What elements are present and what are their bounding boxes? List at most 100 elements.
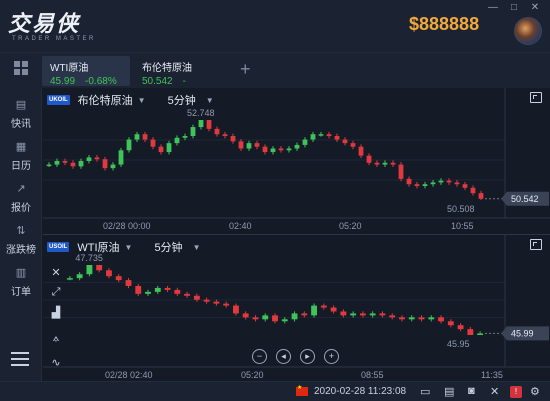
candle-body	[214, 128, 220, 135]
camera-icon[interactable]: ◙	[468, 385, 475, 397]
newspaper-icon: ▤	[15, 99, 27, 111]
tab-wti[interactable]: WTI原油 45.99 -0.68%	[42, 56, 130, 87]
menu-icon[interactable]	[11, 352, 29, 370]
candle-body	[330, 307, 337, 312]
close-button[interactable]: ✕	[528, 2, 542, 13]
sidebar-item-movers[interactable]: ⇅ 涨跌榜	[0, 224, 42, 256]
grid-layout-icon[interactable]	[14, 61, 28, 75]
sidebar-item-calendar[interactable]: ▦ 日历	[0, 140, 42, 172]
chart-tool-icon[interactable]: ▟	[49, 306, 63, 319]
zoom-in-button[interactable]: +	[324, 349, 339, 364]
chart-panel-brent: 52.748 50.508 50.542 02/28 00:00 02:40 05:20 1…	[43, 88, 550, 234]
mute-icon[interactable]: ✕	[490, 385, 499, 398]
wave-icon[interactable]: ∿	[49, 356, 63, 369]
candle-body	[238, 141, 244, 149]
candle-body	[62, 161, 68, 163]
layout-icon[interactable]: ▤	[444, 385, 454, 398]
high-price-label: 52.748	[187, 108, 215, 118]
sidebar-item-orders[interactable]: ▥ 订单	[0, 266, 42, 298]
updown-arrows-icon: ⇅	[16, 225, 26, 237]
sidebar-item-quotes[interactable]: ↗ 报价	[0, 182, 42, 214]
wti-chart[interactable]: 47.73545.9545.9902/28 02:40 05:20 08:55 11:…	[43, 235, 550, 382]
x-tick-label: 10:55	[451, 221, 474, 231]
gear-icon[interactable]: ⚙	[530, 385, 540, 398]
candle-body	[301, 313, 308, 316]
candle-body	[318, 134, 324, 136]
china-flag-icon	[296, 384, 308, 396]
sidebar-item-news[interactable]: ▤ 快讯	[0, 98, 42, 130]
candle-body	[54, 161, 60, 165]
user-avatar[interactable]	[514, 17, 542, 45]
candle-body	[270, 148, 276, 153]
expand-icon[interactable]	[530, 92, 542, 103]
close-icon[interactable]: ✕	[49, 266, 63, 279]
candle-body	[193, 295, 200, 300]
monitor-icon[interactable]: ▭	[420, 385, 430, 398]
candle-body	[414, 184, 420, 186]
candle-body	[142, 134, 148, 140]
candle-body	[457, 325, 464, 330]
candle-body	[389, 315, 396, 318]
candle-body	[206, 120, 212, 129]
candle-body	[340, 311, 347, 316]
x-tick-label: 02/28 00:00	[103, 221, 151, 231]
chevron-down-icon[interactable]: ▼	[125, 243, 133, 252]
candle-body	[406, 178, 412, 185]
candle-body	[190, 127, 196, 136]
x-tick-label: 05:20	[339, 221, 362, 231]
candle-body	[70, 162, 76, 167]
candle-body	[135, 285, 142, 294]
chart-panel-wti: 47.735 45.95 45.99 02/28 02:40 05:20 08:55 11:…	[43, 234, 550, 381]
candle-body	[408, 317, 415, 320]
scroll-left-button[interactable]: ◂	[276, 349, 291, 364]
resize-icon[interactable]: ⤢	[49, 286, 63, 299]
candle-body	[110, 164, 116, 169]
candle-body	[150, 139, 156, 147]
tab-price: 45.99	[50, 76, 76, 87]
brent-chart[interactable]: 52.748 50.508 50.542 02/28 00:00 02:40 05:20 1…	[43, 88, 550, 234]
candle-body	[96, 265, 103, 271]
candle-body	[379, 313, 386, 316]
chevron-down-icon[interactable]: ▼	[138, 96, 146, 105]
candle-body	[262, 315, 269, 320]
left-sidebar: ▤ 快讯 ▦ 日历 ↗ 报价 ⇅ 涨跌榜 ▥ 订单	[0, 88, 42, 401]
chevron-down-icon[interactable]: ▼	[193, 243, 201, 252]
draw-tool-icon[interactable]: ⟑	[49, 332, 63, 345]
candle-body	[254, 143, 260, 147]
zoom-out-button[interactable]: −	[252, 349, 267, 364]
candle-body	[134, 134, 140, 140]
candle-body	[76, 274, 83, 279]
tab-name: 布伦特原油	[142, 63, 192, 74]
candle-body	[369, 313, 376, 316]
period-selector[interactable]: 5分钟	[168, 92, 196, 108]
symbol-tab-bar: WTI原油 45.99 -0.68% 布伦特原油 50.542-1.65% +	[0, 52, 550, 98]
symbol-selector[interactable]: WTI原油	[77, 239, 119, 255]
candle-body	[399, 317, 405, 320]
candle-body	[294, 144, 300, 149]
maximize-button[interactable]: □	[507, 2, 521, 13]
candle-body	[223, 303, 230, 306]
period-selector[interactable]: 5分钟	[154, 239, 182, 255]
order-icon: ▥	[15, 267, 27, 279]
sidebar-item-label: 快讯	[11, 119, 31, 130]
candle-body	[278, 148, 284, 151]
scroll-right-button[interactable]: ▸	[300, 349, 315, 364]
symbol-selector[interactable]: 布伦特原油	[78, 92, 133, 108]
add-tab-button[interactable]: +	[240, 59, 251, 80]
symbol-badge: USOIL	[47, 242, 70, 252]
symbol-badge: UKOIL	[47, 95, 70, 105]
candle-body	[222, 134, 228, 136]
candle-body	[94, 157, 100, 160]
alert-icon[interactable]: !	[510, 386, 522, 398]
candle-body	[310, 134, 316, 140]
candle-body	[374, 162, 380, 165]
chevron-down-icon[interactable]: ▼	[206, 96, 214, 105]
minimize-button[interactable]: —	[486, 2, 500, 13]
candle-body	[230, 136, 236, 142]
candle-body	[158, 146, 164, 153]
candle-body	[311, 305, 317, 316]
candle-body	[350, 143, 356, 147]
tab-brent[interactable]: 布伦特原油 50.542-1.65%	[134, 56, 222, 98]
candle-body	[198, 120, 204, 128]
expand-icon[interactable]	[530, 239, 542, 250]
